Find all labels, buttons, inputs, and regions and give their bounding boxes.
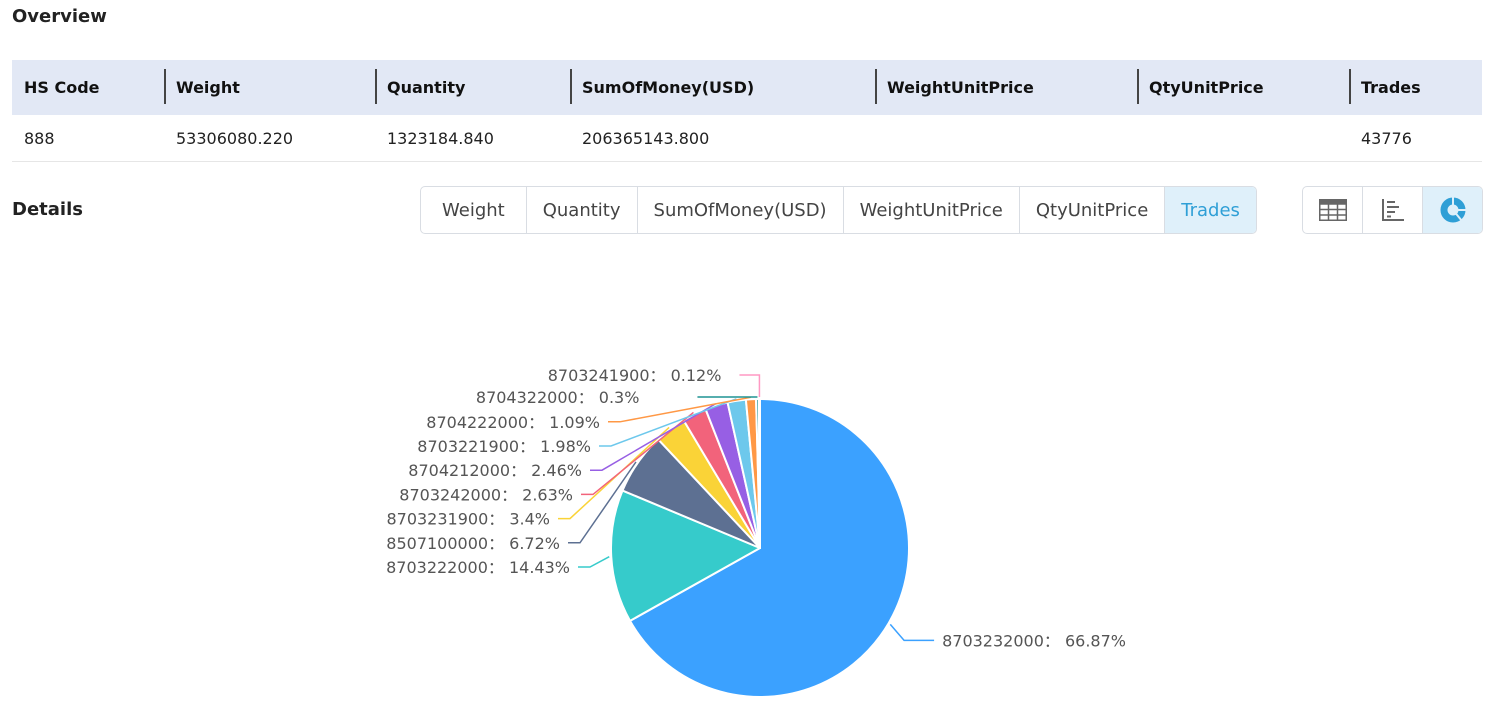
- overview-table: HS Code Weight Quantity SumOfMoney(USD) …: [12, 60, 1482, 162]
- pie-label-8704322000: 8704322000： 0.3%: [476, 388, 640, 407]
- col-weight: Weight: [164, 60, 375, 115]
- leader-line-8703222000: [578, 556, 610, 568]
- col-quantity: Quantity: [375, 60, 570, 115]
- tab-weight[interactable]: Weight: [421, 187, 526, 233]
- cell-weight-unit-price: [875, 115, 1137, 162]
- pie-label-8703222000: 8703222000： 14.43%: [386, 558, 570, 577]
- cell-trades: 43776: [1349, 115, 1482, 162]
- bar-chart-icon: [1381, 199, 1404, 221]
- pie-label-8507100000: 8507100000： 6.72%: [386, 534, 560, 553]
- col-sum-of-money: SumOfMoney(USD): [570, 60, 875, 115]
- col-weight-unit-price: WeightUnitPrice: [875, 60, 1137, 115]
- overview-title: Overview: [12, 6, 107, 27]
- cell-hs-code: 888: [12, 115, 164, 162]
- leader-line-8703232000: [889, 623, 935, 642]
- table-row: 888 53306080.220 1323184.840 206365143.8…: [12, 115, 1482, 162]
- view-switcher: [1302, 186, 1483, 234]
- tab-quantity[interactable]: Quantity: [525, 187, 637, 233]
- metric-tabs: Weight Quantity SumOfMoney(USD) WeightUn…: [420, 186, 1257, 234]
- pie-label-8703231900: 8703231900： 3.4%: [386, 510, 550, 529]
- cell-sum-of-money: 206365143.800: [570, 115, 875, 162]
- overview-header-row: HS Code Weight Quantity SumOfMoney(USD) …: [12, 60, 1482, 115]
- bar-view-button[interactable]: [1362, 187, 1422, 233]
- pie-view-button[interactable]: [1422, 187, 1482, 233]
- col-hs-code: HS Code: [12, 60, 164, 115]
- cell-quantity: 1323184.840: [375, 115, 570, 162]
- tab-sum-of-money[interactable]: SumOfMoney(USD): [636, 187, 843, 233]
- details-title: Details: [12, 199, 83, 220]
- col-trades: Trades: [1349, 60, 1482, 115]
- pie-slice-8703241900[interactable]: [757, 397, 761, 549]
- pie-label-8703221900: 8703221900： 1.98%: [417, 437, 591, 456]
- leader-line-8703241900: [739, 374, 761, 398]
- pie-chart: 8703232000： 66.87% 8703222000： 14.43% 8507…: [386, 366, 1126, 698]
- pie-chart-icon: [1440, 197, 1466, 223]
- tab-trades[interactable]: Trades: [1164, 187, 1256, 233]
- pie-label-8704222000: 8704222000： 1.09%: [426, 413, 600, 432]
- tab-weight-unit-price[interactable]: WeightUnitPrice: [842, 187, 1019, 233]
- pie-label-8703241900: 8703241900： 0.12%: [548, 366, 722, 385]
- pie-label-8703242000: 8703242000： 2.63%: [399, 485, 573, 504]
- col-qty-unit-price: QtyUnitPrice: [1137, 60, 1349, 115]
- pie-label-8704212000: 8704212000： 2.46%: [408, 461, 582, 480]
- tab-qty-unit-price[interactable]: QtyUnitPrice: [1018, 187, 1164, 233]
- cell-weight: 53306080.220: [164, 115, 375, 162]
- table-view-button[interactable]: [1303, 187, 1362, 233]
- pie-label-8703232000: 8703232000： 66.87%: [942, 631, 1126, 650]
- cell-qty-unit-price: [1137, 115, 1349, 162]
- table-icon: [1318, 199, 1347, 221]
